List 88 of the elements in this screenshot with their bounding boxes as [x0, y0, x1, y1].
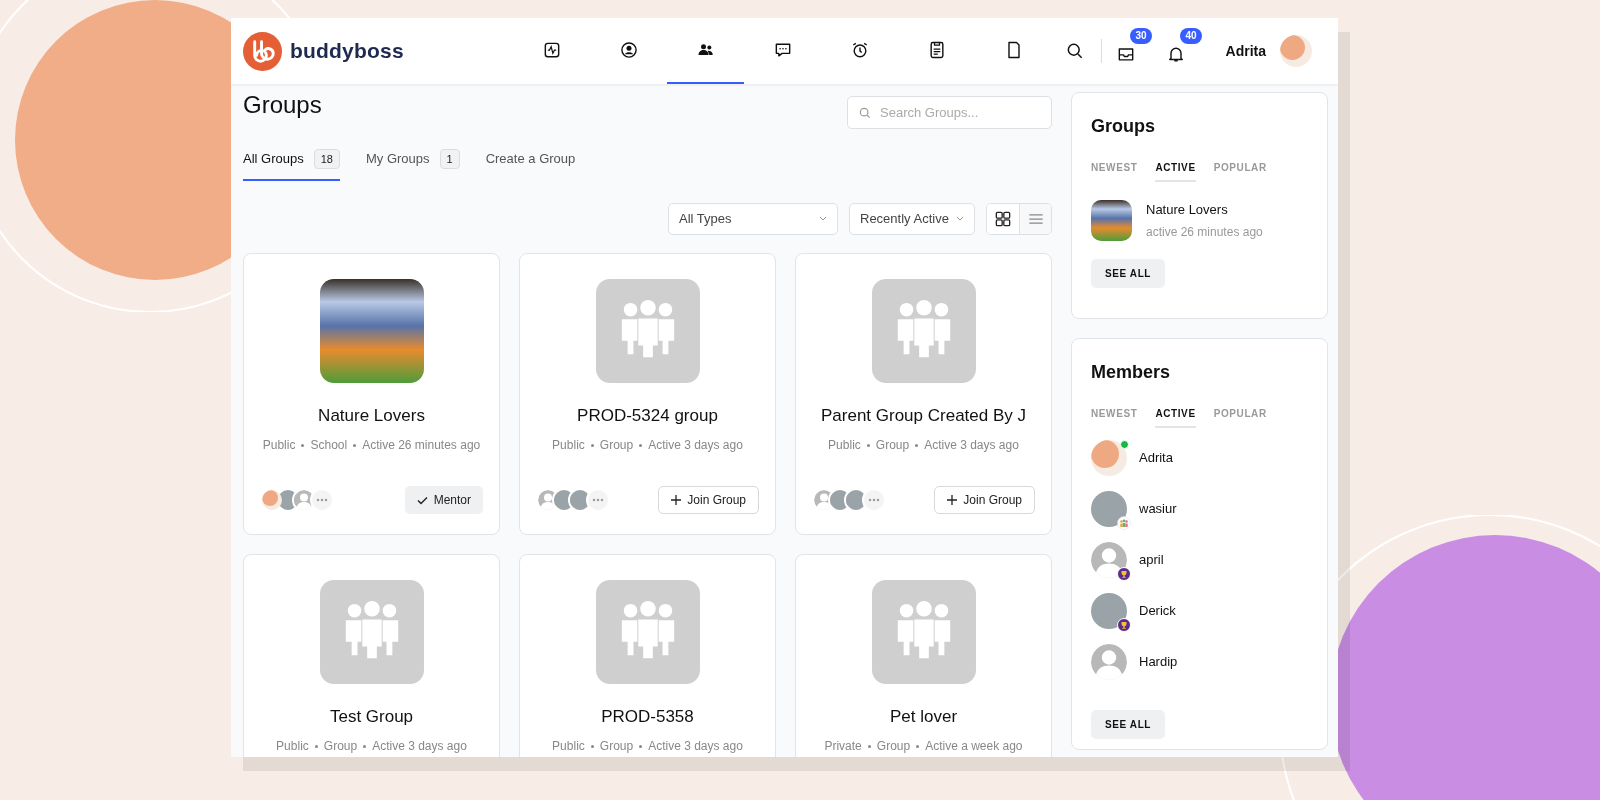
member-avatar	[846, 490, 866, 510]
profile-icon	[618, 40, 639, 60]
grid-icon	[993, 209, 1013, 229]
logo-text: buddyboss	[290, 38, 404, 65]
group-meta: Public	[552, 437, 585, 452]
ellipsis-icon	[868, 498, 880, 502]
search-field[interactable]: Search Groups...	[847, 96, 1052, 129]
group-meta: Group	[861, 738, 911, 753]
group-name[interactable]: Test Group	[329, 704, 414, 730]
join-button[interactable]: Join Group	[658, 486, 759, 514]
member-name[interactable]: wasiur	[1139, 499, 1177, 519]
join-button[interactable]: Join Group	[934, 486, 1035, 514]
count-badge: 30	[1130, 28, 1152, 44]
member-name[interactable]: april	[1139, 550, 1164, 570]
filter-dropdown[interactable]: Recently Active	[849, 203, 975, 235]
group-name[interactable]: Parent Group Created By J	[820, 403, 1026, 429]
dropdown-value: All Types	[679, 210, 732, 229]
ellipsis-icon	[316, 498, 328, 502]
group-name[interactable]: Nature Lovers	[1146, 200, 1263, 220]
member-avatar	[1091, 440, 1127, 476]
view-toggle[interactable]	[1019, 204, 1051, 234]
plus-icon	[671, 495, 682, 505]
group-meta: Active 3 days ago	[633, 437, 743, 452]
inbox-button[interactable]: 30	[1115, 28, 1152, 66]
tab-label: Create a Group	[485, 150, 576, 169]
photo-placeholder	[1091, 200, 1132, 241]
filter-dropdown[interactable]: All Types	[668, 203, 838, 235]
page-title: Groups	[243, 90, 322, 120]
silhouette-avatar	[294, 490, 314, 510]
group-meta: Active a week ago	[910, 738, 1023, 753]
group-meta: Active 3 days ago	[357, 738, 467, 753]
member-name[interactable]: Hardip	[1139, 652, 1178, 672]
group-meta: Public	[276, 738, 309, 753]
group-meta: Active 26 minutes ago	[347, 437, 481, 452]
tab[interactable]: Create a Group	[485, 149, 576, 181]
group-meta: Active 3 days ago	[909, 437, 1019, 452]
member-avatar	[262, 490, 282, 510]
widget-title: Members	[1091, 361, 1172, 384]
ellipsis-icon	[592, 498, 604, 502]
member-avatar	[570, 490, 590, 510]
tab[interactable]: My Groups 1	[365, 149, 460, 181]
check-icon	[416, 495, 428, 505]
group-card[interactable]: Test Group Public Group Active 3 days ago	[243, 554, 500, 757]
group-meta: Active 3 days ago	[633, 738, 743, 753]
dropdown-value: Recently Active	[860, 210, 949, 229]
count-badge: 18	[313, 149, 340, 169]
tab-label: All Groups	[243, 150, 304, 169]
group-card[interactable]: Pet lover Private Group Active a week ago	[795, 554, 1052, 757]
group-name[interactable]: Nature Lovers	[318, 403, 425, 429]
count-badge: 1	[439, 149, 460, 169]
group-meta: School	[295, 437, 348, 452]
group-meta: Group	[584, 738, 634, 753]
tab-label: My Groups	[365, 150, 430, 169]
group-meta: active 26 minutes ago	[1146, 223, 1263, 241]
tab[interactable]: All Groups 18	[243, 149, 340, 181]
see-all-button[interactable]: SEE ALL	[1091, 710, 1166, 739]
group-meta: Public	[828, 437, 861, 452]
group-meta: Group	[860, 437, 910, 452]
group-meta: Group	[584, 437, 634, 452]
user-avatar	[1280, 35, 1312, 67]
count-badge: 40	[1180, 28, 1202, 44]
widget-tab[interactable]: ACTIVE	[1155, 406, 1196, 428]
group-name[interactable]: PROD-5324 group	[577, 403, 718, 429]
chevron-down-icon	[956, 216, 964, 222]
notifications-button[interactable]: 40	[1165, 28, 1202, 66]
member-name[interactable]: Derick	[1139, 601, 1176, 621]
group-meta: Private	[824, 738, 862, 753]
widget-tab[interactable]: ACTIVE	[1155, 160, 1196, 182]
people-badge-icon	[1117, 516, 1131, 530]
group-name[interactable]: PROD-5358	[601, 704, 694, 730]
group-meta: Public	[552, 738, 585, 753]
trophy-badge-icon	[1117, 618, 1131, 632]
group-card[interactable]: PROD-5358 Public Group Active 3 days ago	[519, 554, 776, 757]
status-button[interactable]: Mentor	[404, 486, 483, 514]
group-card[interactable]: PROD-5324 group Public Group Active 3 days ago Join Group	[519, 253, 776, 535]
chevron-down-icon	[819, 216, 827, 222]
group-card[interactable]: Parent Group Created By J Public Group Active 3 days ago Join Group	[795, 253, 1052, 535]
group-name[interactable]: Pet lover	[889, 704, 958, 730]
group-meta: Group	[308, 738, 358, 753]
plus-icon	[947, 495, 958, 505]
widget-title: Groups	[1091, 115, 1156, 138]
trophy-badge-icon	[1117, 567, 1131, 581]
user-name[interactable]: Adrita	[1225, 40, 1266, 62]
group-meta: Public	[262, 437, 296, 452]
see-all-button[interactable]: SEE ALL	[1091, 259, 1166, 288]
logo-icon	[243, 31, 282, 71]
member-name[interactable]: Adrita	[1139, 448, 1173, 468]
group-card[interactable]: Nature Lovers Public School Active 26 minutes ago Mentor	[243, 253, 500, 535]
